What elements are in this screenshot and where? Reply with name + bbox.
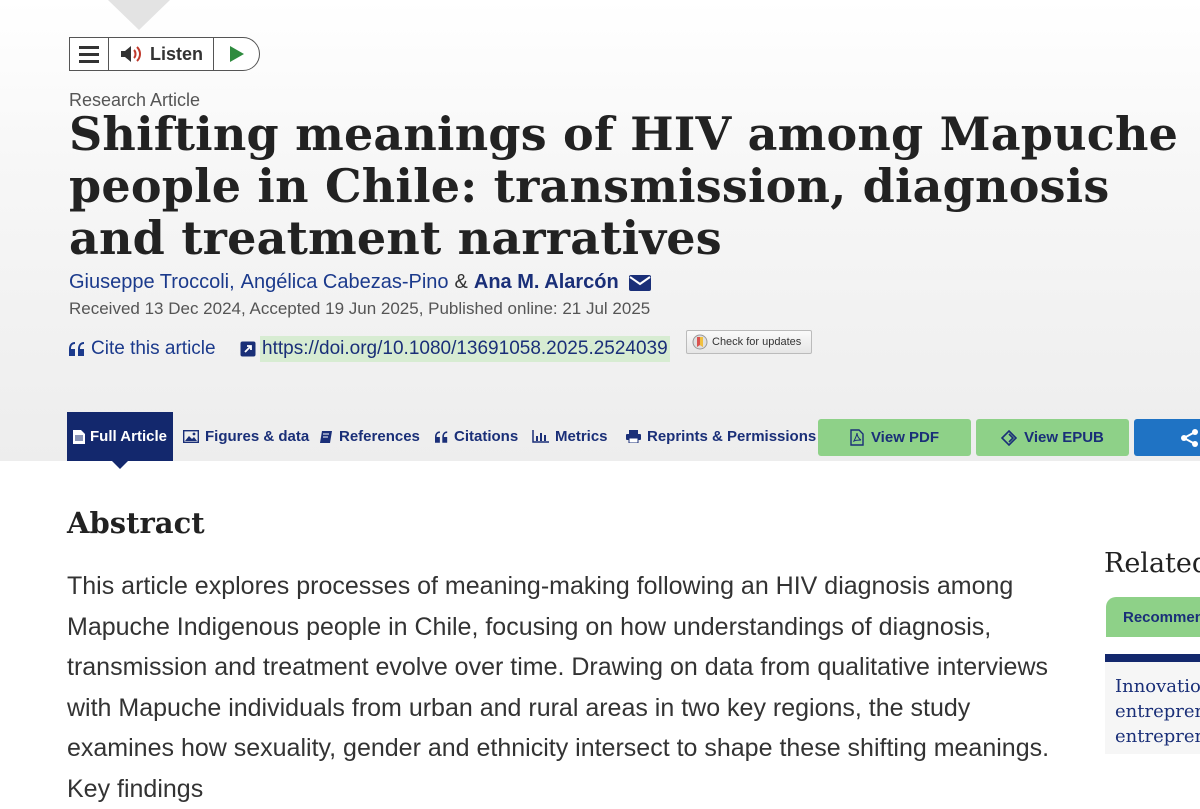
article-title: Shifting meanings of HIV among Mapuche p… [69,107,1179,265]
tab-recommended[interactable]: Recommen [1106,597,1200,637]
tab-label: Full Article [90,428,167,445]
listen-button[interactable]: Listen [109,38,214,70]
cite-article-link[interactable]: Cite this article [69,338,216,360]
document-icon [73,429,86,444]
share-button[interactable] [1134,419,1200,456]
view-epub-label: View EPUB [1024,429,1104,446]
author-separator: , [229,271,235,293]
listen-widget: Listen [69,37,260,71]
view-epub-button[interactable]: View EPUB [976,419,1129,456]
share-icon [1181,429,1198,447]
author-link[interactable]: Giuseppe Troccoli [69,271,229,294]
abstract-heading: Abstract [67,506,205,540]
publication-dates: Received 13 Dec 2024, Accepted 19 Jun 20… [69,299,651,318]
tab-label: Citations [454,428,519,445]
related-article-card[interactable]: Innovation entreprene entreprene [1105,654,1200,754]
speaker-icon [120,46,141,62]
play-button[interactable] [214,38,259,70]
listen-menu-button[interactable] [70,38,109,70]
tab-references[interactable]: References [319,428,420,445]
quote-icon [435,430,448,443]
tab-citations[interactable]: Citations [435,428,518,445]
play-icon [229,46,244,62]
tab-label: Reprints & Permissions [647,428,817,445]
image-icon [183,430,199,443]
related-article-title-line: entreprene [1115,726,1200,747]
tab-label: References [339,428,420,445]
tab-label: Recommen [1123,608,1200,626]
envelope-icon[interactable] [628,274,651,291]
view-pdf-button[interactable]: View PDF [818,419,971,456]
crossmark-icon [692,334,708,350]
tab-full-article[interactable]: Full Article [67,412,173,469]
tab-reprints-permissions[interactable]: Reprints & Permissions [626,428,816,445]
view-pdf-label: View PDF [870,429,940,446]
cite-label: Cite this article [91,338,216,359]
tab-figures-data[interactable]: Figures & data [183,428,309,445]
bar-chart-icon [532,430,549,443]
author-conjunction: & [454,271,468,293]
related-article-title-line: Innovation [1115,676,1200,697]
related-article-title-line: entreprene [1115,701,1200,722]
author-link[interactable]: Angélica Cabezas-Pino [241,271,449,294]
book-icon [320,430,332,443]
header-notch [108,0,170,30]
tab-label: Figures & data [205,428,310,445]
listen-label: Listen [149,43,203,64]
author-list: Giuseppe Troccoli, Angélica Cabezas-Pino… [69,271,651,294]
pdf-icon [850,429,864,446]
tab-metrics[interactable]: Metrics [532,428,608,445]
doi: https://doi.org/10.1080/13691058.2025.25… [240,334,670,364]
printer-icon [626,430,641,443]
menu-icon [79,44,99,65]
related-heading: Related [1104,548,1200,579]
check-for-updates-label: Check for updates [712,336,802,348]
check-for-updates-button[interactable]: Check for updates [686,330,812,354]
external-link-icon [240,341,256,357]
quote-icon [69,342,84,356]
corresponding-author-link[interactable]: Ana M. Alarcón [474,271,619,294]
epub-icon [1001,429,1018,446]
abstract-text: This article explores processes of meani… [67,572,1050,803]
doi-link[interactable]: https://doi.org/10.1080/13691058.2025.25… [260,336,670,362]
tab-label: Metrics [555,428,608,445]
